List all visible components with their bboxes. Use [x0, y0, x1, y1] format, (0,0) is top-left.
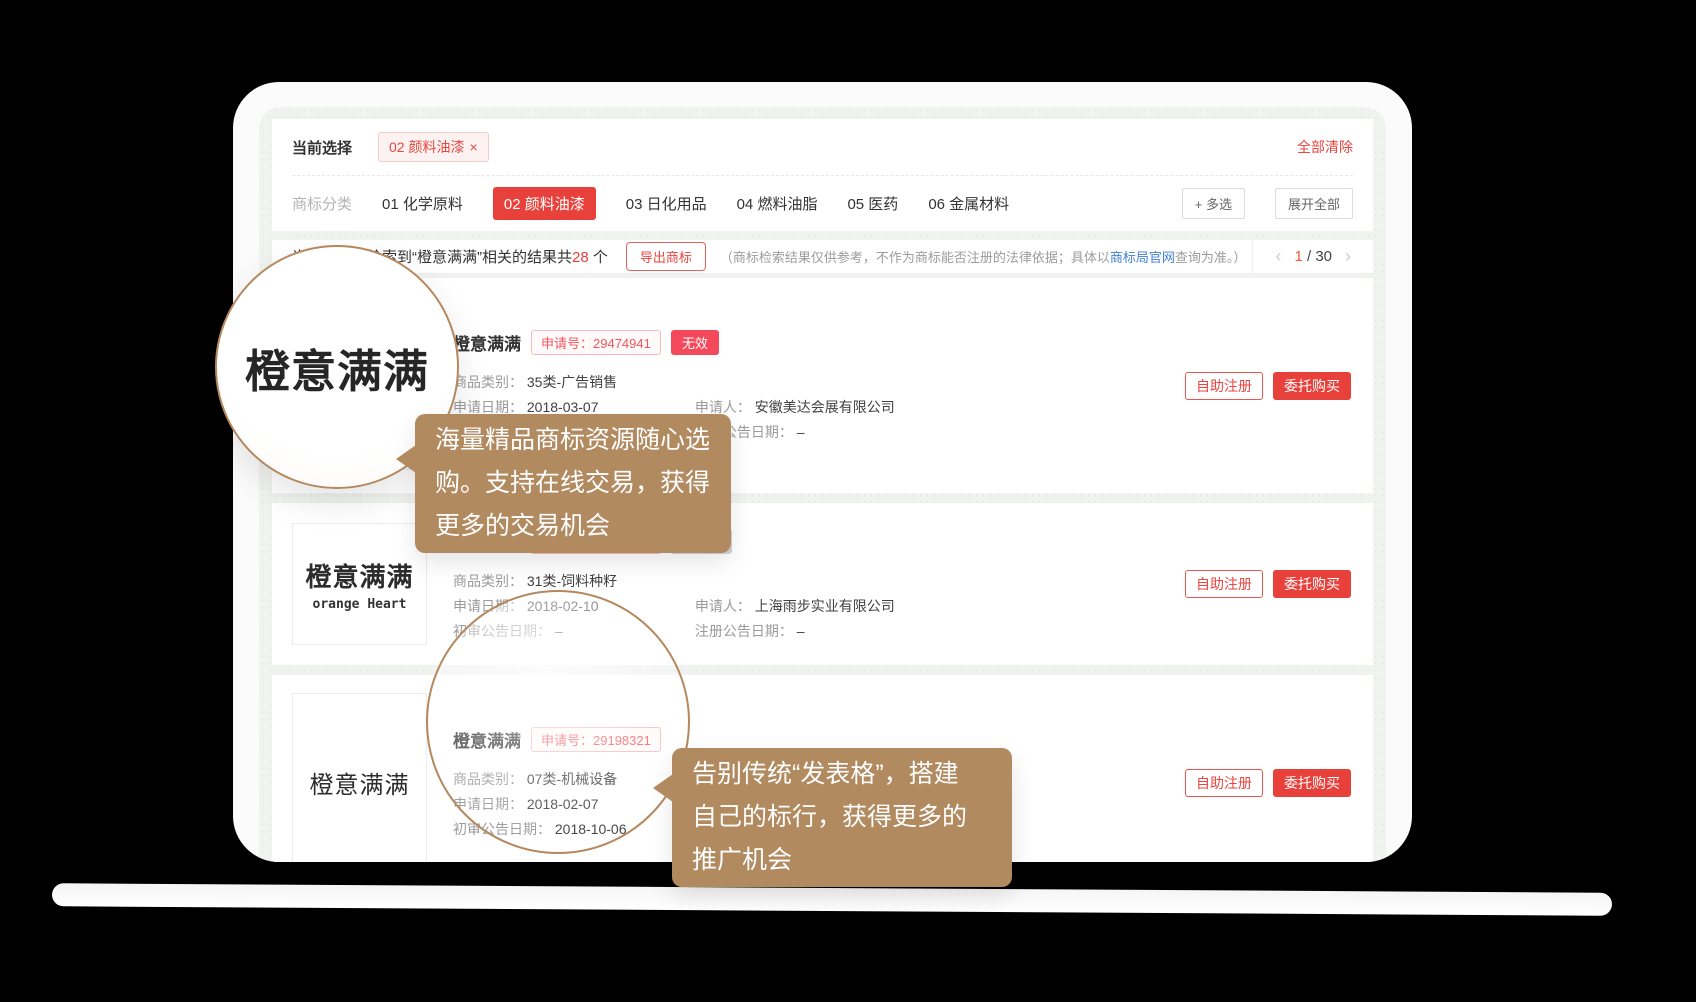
- trademark-name: 橙意满满: [453, 330, 521, 355]
- reg-announce-label: 注册公告日期：: [695, 623, 793, 639]
- callout-line: 购。支持在线交易，获得: [435, 462, 711, 505]
- current-selection-row: 当前选择 02 颜料油漆 × 全部清除: [292, 119, 1353, 176]
- applicant-value: 上海雨步实业有限公司: [755, 598, 895, 614]
- current-page: 1: [1294, 248, 1302, 265]
- category-line: 商品类别： 35类-广告销售: [453, 374, 1165, 391]
- results-header: 当前分类下检索到“橙意满满”相关的结果共28 个 导出商标 （商标检索结果仅供参…: [272, 240, 1373, 274]
- callout-line: 告别传统“发表格”，搭建: [692, 753, 992, 796]
- trademark-thumbnail-text: 橙意满满: [305, 557, 413, 594]
- self-register-button[interactable]: 自助注册: [1185, 769, 1263, 797]
- remove-filter-icon[interactable]: ×: [469, 140, 477, 154]
- results-count: 28: [572, 249, 589, 266]
- trademark-thumbnail: 橙意满满 orange Heart: [292, 523, 427, 645]
- callout-arrow-left-icon: [653, 774, 673, 802]
- applicant-label: 申请人：: [695, 598, 751, 614]
- self-register-button[interactable]: 自助注册: [1185, 570, 1263, 598]
- callout-line: 海量精品商标资源随心选: [435, 419, 711, 462]
- application-number-label: 申请号：: [541, 336, 593, 351]
- prev-page-icon[interactable]: ‹: [1275, 246, 1281, 267]
- disclaimer-text: （商标检索结果仅供参考，不作为商标能否注册的法律依据；具体以商标局官网查询为准。…: [720, 247, 1247, 266]
- total-pages: 30: [1315, 248, 1332, 265]
- magnified-trademark-text: 橙意满满: [245, 335, 429, 400]
- category-value: 31类-饲料种籽: [527, 573, 617, 589]
- row-actions: 自助注册 委托购买: [1185, 372, 1351, 400]
- trademark-office-link[interactable]: 商标局官网: [1110, 250, 1175, 265]
- category-item-04[interactable]: 04 燃料油脂: [737, 193, 818, 214]
- trademark-thumbnail-text: 橙意满满: [310, 765, 410, 800]
- category-item-03[interactable]: 03 日化用品: [626, 193, 707, 214]
- current-selection-label: 当前选择: [292, 137, 352, 158]
- row-actions: 自助注册 委托购买: [1185, 570, 1351, 598]
- page-separator: /: [1307, 248, 1311, 265]
- row-actions: 自助注册 委托购买: [1185, 769, 1351, 797]
- category-label: 商品类别：: [453, 374, 523, 390]
- filter-card: 当前选择 02 颜料油漆 × 全部清除 商标分类 01 化学原料 02 颜料油漆…: [272, 119, 1373, 231]
- applicant-value: 安徽美达会展有限公司: [755, 399, 895, 415]
- results-summary-suffix: 个: [589, 249, 608, 266]
- applicant-label: 申请人：: [695, 399, 751, 415]
- multi-select-button[interactable]: + 多选: [1182, 188, 1245, 219]
- callout-arrow-left-icon: [396, 445, 416, 473]
- clear-all-button[interactable]: 全部清除: [1297, 137, 1353, 157]
- application-number-value: 29474941: [593, 336, 651, 351]
- application-number-tag: 申请号：29474941: [531, 330, 661, 355]
- category-row-label: 商标分类: [292, 193, 352, 214]
- entrust-buy-button[interactable]: 委托购买: [1273, 372, 1351, 400]
- selected-filter-tag-label: 02 颜料油漆: [389, 137, 464, 157]
- category-value: 35类-广告销售: [527, 374, 617, 390]
- category-label: 商品类别：: [453, 573, 523, 589]
- status-badge: 无效: [671, 330, 719, 355]
- magnifier-ring: [426, 590, 690, 854]
- apply-date-value: 2018-03-07: [527, 399, 599, 415]
- trademark-thumbnail-subtext: orange Heart: [313, 597, 407, 612]
- pagination: ‹ 1 / 30 ›: [1252, 240, 1373, 273]
- selected-filter-tag[interactable]: 02 颜料油漆 ×: [378, 132, 489, 162]
- self-register-button[interactable]: 自助注册: [1185, 372, 1263, 400]
- disclaimer-prefix: （商标检索结果仅供参考，不作为商标能否注册的法律依据；具体以: [720, 250, 1110, 265]
- disclaimer-suffix: 查询为准。）: [1175, 250, 1247, 265]
- apply-date-label: 申请日期：: [453, 399, 523, 415]
- reg-announce-value: –: [797, 623, 805, 639]
- desk-shadow: [52, 883, 1612, 916]
- entrust-buy-button[interactable]: 委托购买: [1273, 570, 1351, 598]
- entrust-buy-button[interactable]: 委托购买: [1273, 769, 1351, 797]
- callout-marketplace: 海量精品商标资源随心选 购。支持在线交易，获得 更多的交易机会: [415, 414, 731, 553]
- callout-line: 推广机会: [692, 839, 992, 882]
- callout-promotion: 告别传统“发表格”，搭建 自己的标行，获得更多的 推广机会: [672, 748, 1012, 887]
- trademark-title-line: 橙意满满 申请号：29474941 无效: [453, 330, 1165, 355]
- category-line: 商品类别： 31类-饲料种籽: [453, 573, 1165, 590]
- category-item-02-selected[interactable]: 02 颜料油漆: [493, 187, 596, 220]
- category-row: 商标分类 01 化学原料 02 颜料油漆 03 日化用品 04 燃料油脂 05 …: [292, 176, 1353, 230]
- expand-all-button[interactable]: 展开全部: [1275, 188, 1353, 219]
- callout-line: 自己的标行，获得更多的: [692, 796, 992, 839]
- page-indicator: 1 / 30: [1294, 248, 1332, 265]
- trademark-thumbnail: 橙意满满: [292, 693, 427, 863]
- category-item-06[interactable]: 06 金属材料: [928, 193, 1009, 214]
- export-trademarks-button[interactable]: 导出商标: [626, 242, 706, 271]
- category-item-01[interactable]: 01 化学原料: [382, 193, 463, 214]
- category-item-05[interactable]: 05 医药: [847, 193, 898, 214]
- next-page-icon[interactable]: ›: [1345, 246, 1351, 267]
- reg-announce-value: –: [797, 424, 805, 440]
- callout-line: 更多的交易机会: [435, 505, 711, 548]
